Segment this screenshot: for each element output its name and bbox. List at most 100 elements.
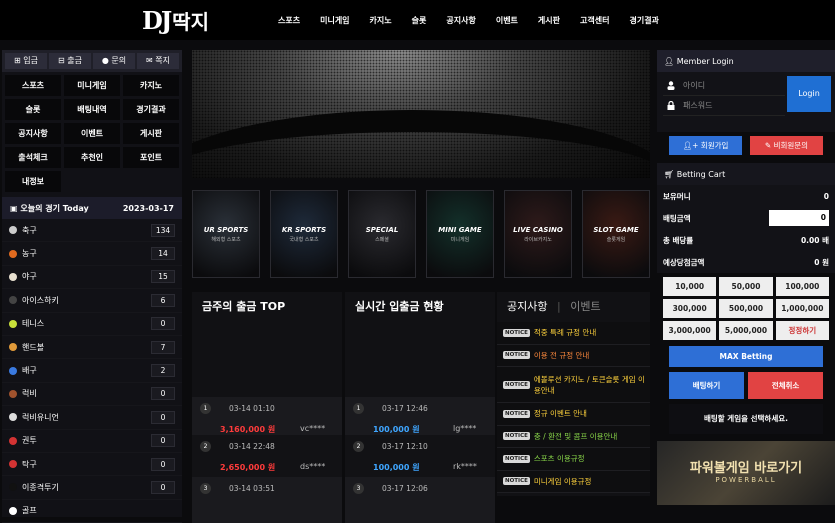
sport-row[interactable]: 럭비 0 bbox=[2, 383, 182, 407]
sport-row[interactable]: 농구 14 bbox=[2, 242, 182, 266]
rank-badge: 2 bbox=[200, 441, 211, 452]
reset-amount-button[interactable]: 정정하기 bbox=[775, 321, 829, 340]
transaction-row: 2 03-14 22:48 2,650,000 원 ds**** bbox=[192, 435, 342, 481]
bet-button[interactable]: 배팅하기 bbox=[669, 372, 744, 399]
tab-notice[interactable]: 공지사항 bbox=[507, 300, 547, 313]
menu-item[interactable]: 추천인 bbox=[64, 147, 120, 168]
cart-actions: MAX Betting 배팅하기 전체취소 배팅할 게임을 선택하세요. bbox=[657, 344, 835, 434]
deposit-button[interactable]: ⊞ 입금 bbox=[5, 53, 47, 69]
expected-label: 예상당첨금액 bbox=[663, 257, 705, 267]
sport-row[interactable]: 골프 bbox=[2, 500, 182, 523]
menu-item[interactable]: 게시판 bbox=[123, 123, 179, 144]
menu-item[interactable]: 출석체크 bbox=[5, 147, 61, 168]
notice-badge: NOTICE bbox=[503, 409, 530, 418]
notice-item[interactable]: NOTICE 에볼루션 카지노 / 토큰슬롯 게임 이용안내 bbox=[497, 367, 650, 403]
notice-item[interactable]: NOTICE 미니게임 이용규정 bbox=[497, 470, 650, 493]
notice-badge: NOTICE bbox=[503, 432, 530, 441]
category-tile[interactable]: UR SPORTS 해외형 스포츠 bbox=[192, 190, 260, 278]
login-button[interactable]: Login bbox=[787, 76, 831, 112]
holding-row: 보유머니 0 bbox=[663, 185, 829, 207]
menu-item[interactable]: 스포츠 bbox=[5, 75, 61, 96]
amount-button[interactable]: 50,000 bbox=[719, 277, 773, 296]
sport-name: 이종격투기 bbox=[22, 482, 59, 492]
board-tabs: 공지사항 | 이벤트 bbox=[497, 292, 650, 322]
menu-item[interactable]: 미니게임 bbox=[64, 75, 120, 96]
amount-button[interactable]: 3,000,000 bbox=[663, 321, 717, 340]
nav-item[interactable]: 스포츠 bbox=[278, 15, 300, 26]
category-tile[interactable]: SPECIAL 스페셜 bbox=[348, 190, 416, 278]
tab-event[interactable]: 이벤트 bbox=[570, 300, 600, 313]
nav-item[interactable]: 미니게임 bbox=[320, 15, 349, 26]
amount-button[interactable]: 300,000 bbox=[663, 299, 717, 318]
sport-row[interactable]: 이종격투기 0 bbox=[2, 476, 182, 500]
nav-item[interactable]: 공지사항 bbox=[446, 15, 475, 26]
menu-item[interactable]: 경기결과 bbox=[123, 99, 179, 120]
login-form: 아이디 패스워드 Login bbox=[657, 72, 835, 132]
nav-item[interactable]: 이벤트 bbox=[496, 15, 518, 26]
sport-row[interactable]: 권투 0 bbox=[2, 430, 182, 453]
sport-row[interactable]: 축구 134 bbox=[2, 219, 182, 243]
sport-row[interactable]: 아이스하키 6 bbox=[2, 289, 182, 313]
bet-amount-input[interactable]: 0 bbox=[769, 210, 829, 226]
amount-button[interactable]: 500,000 bbox=[719, 299, 773, 318]
cart-title: Betting Cart bbox=[676, 169, 726, 179]
guest-inquiry-button[interactable]: ✎ 비회원문의 bbox=[750, 136, 823, 155]
nav-item[interactable]: 경기결과 bbox=[629, 15, 658, 26]
message-button[interactable]: ✉ 쪽지 bbox=[137, 53, 179, 69]
notice-item[interactable]: NOTICE 적중 특례 규정 안내 bbox=[497, 322, 650, 345]
right-sidebar: 👤︎ Member Login 아이디 패스워드 Login 👤︎+ 회원가입 … bbox=[657, 50, 835, 505]
amount-button[interactable]: 100,000 bbox=[775, 277, 829, 296]
sport-name: 골프 bbox=[22, 506, 37, 516]
menu-item[interactable]: 공지사항 bbox=[5, 123, 61, 144]
category-sub: 라이브카지노 bbox=[524, 237, 552, 243]
category-tile[interactable]: MINI GAME 미니게임 bbox=[426, 190, 494, 278]
sidebar-menu: 스포츠 미니게임 카지노 슬롯 배팅내역 경기결과 공지사항 이벤트 게시판 출… bbox=[2, 72, 182, 195]
powerball-banner[interactable]: 파워볼게임 바로가기 POWERBALL bbox=[657, 441, 835, 505]
menu-item[interactable]: 배팅내역 bbox=[64, 99, 120, 120]
notice-item[interactable]: NOTICE 충 / 환전 및 콤프 이용안내 bbox=[497, 425, 650, 448]
notice-item[interactable]: NOTICE 스포츠 이용규정 bbox=[497, 448, 650, 471]
id-field[interactable]: 아이디 bbox=[663, 76, 785, 96]
cancel-all-button[interactable]: 전체취소 bbox=[748, 372, 823, 399]
sport-row[interactable]: 핸드볼 7 bbox=[2, 336, 182, 360]
menu-item[interactable]: 내정보 bbox=[5, 171, 61, 192]
password-field[interactable]: 패스워드 bbox=[663, 96, 785, 116]
amount-button[interactable]: 10,000 bbox=[663, 277, 717, 296]
notice-item[interactable]: NOTICE 이용 전 규정 안내 bbox=[497, 344, 650, 367]
inquiry-button[interactable]: ● 문의 bbox=[93, 53, 135, 69]
max-betting-button[interactable]: MAX Betting bbox=[669, 346, 823, 367]
sport-icon bbox=[9, 226, 17, 235]
amount-button[interactable]: 5,000,000 bbox=[719, 321, 773, 340]
category-tile[interactable]: LIVE CASINO 라이브카지노 bbox=[504, 190, 572, 278]
notice-item[interactable]: NOTICE 정규 이벤트 안내 bbox=[497, 403, 650, 426]
sport-row[interactable]: 탁구 0 bbox=[2, 453, 182, 477]
join-button[interactable]: 👤︎+ 회원가입 bbox=[669, 136, 742, 155]
category-tile[interactable]: KR SPORTS 국내형 스포츠 bbox=[270, 190, 338, 278]
main-nav: 스포츠 미니게임 카지노 슬롯 공지사항 이벤트 게시판 고객센터 경기결과 bbox=[278, 0, 679, 40]
nav-item[interactable]: 게시판 bbox=[538, 15, 560, 26]
cart-icon: 🛒︎ bbox=[664, 169, 675, 179]
sport-row[interactable]: 테니스 0 bbox=[2, 313, 182, 336]
today-title: ▣ 오늘의 경기 Today bbox=[10, 203, 89, 213]
sport-name: 배구 bbox=[22, 366, 37, 376]
notice-text: 정규 이벤트 안내 bbox=[533, 409, 587, 419]
category-sub: 국내형 스포츠 bbox=[289, 237, 319, 243]
menu-item[interactable]: 카지노 bbox=[123, 75, 179, 96]
nav-item[interactable]: 카지노 bbox=[370, 15, 392, 26]
nav-item[interactable]: 슬롯 bbox=[412, 15, 427, 26]
amount-button[interactable]: 1,000,000 bbox=[775, 299, 829, 318]
transaction-date: 03-14 01:10 bbox=[229, 404, 275, 413]
sport-row[interactable]: 럭비유니언 0 bbox=[2, 406, 182, 430]
menu-item[interactable]: 이벤트 bbox=[64, 123, 120, 144]
deposit-label: 입금 bbox=[23, 56, 38, 65]
menu-item[interactable]: 포인트 bbox=[123, 147, 179, 168]
sport-count: 0 bbox=[151, 387, 175, 401]
site-logo[interactable]: DJ 딱지 bbox=[142, 6, 209, 35]
sport-icon bbox=[9, 272, 17, 281]
nav-item[interactable]: 고객센터 bbox=[580, 15, 609, 26]
withdraw-button[interactable]: ⊟ 출금 bbox=[49, 53, 91, 69]
sport-row[interactable]: 배구 2 bbox=[2, 359, 182, 383]
category-tile[interactable]: SLOT GAME 슬롯게임 bbox=[582, 190, 650, 278]
sport-row[interactable]: 야구 15 bbox=[2, 266, 182, 290]
menu-item[interactable]: 슬롯 bbox=[5, 99, 61, 120]
